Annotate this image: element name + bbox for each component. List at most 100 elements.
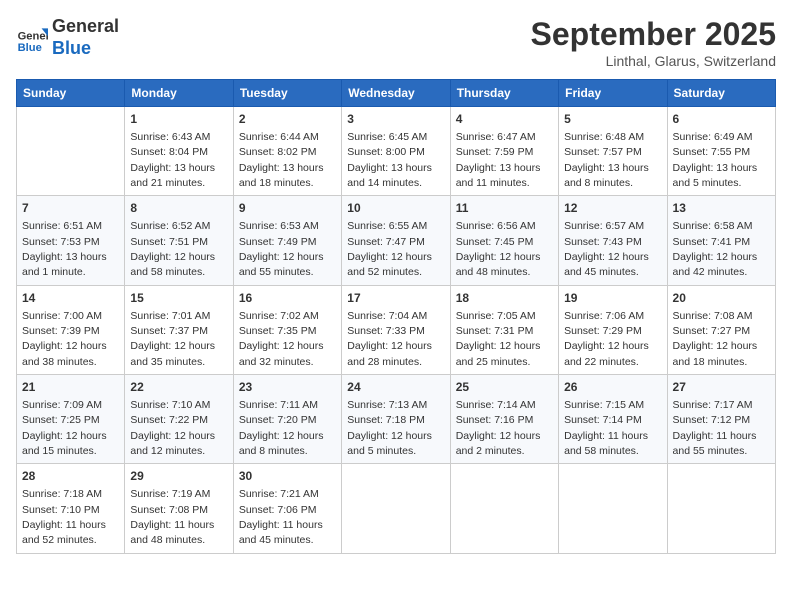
calendar-week-4: 21Sunrise: 7:09 AM Sunset: 7:25 PM Dayli… <box>17 375 776 464</box>
day-info: Sunrise: 7:11 AM Sunset: 7:20 PM Dayligh… <box>239 399 324 457</box>
logo: General Blue General Blue <box>16 16 119 59</box>
calendar-cell: 23 Sunrise: 7:11 AM Sunset: 7:20 PM Dayli… <box>233 375 341 464</box>
logo-line1: General <box>52 16 119 38</box>
calendar-cell: 24 Sunrise: 7:13 AM Sunset: 7:18 PM Dayli… <box>342 375 450 464</box>
calendar-cell <box>342 464 450 553</box>
calendar-cell: 11Sunrise: 6:56 AM Sunset: 7:45 PM Dayli… <box>450 196 558 285</box>
day-info: Sunrise: 7:09 AM Sunset: 7:25 PM Dayligh… <box>22 399 107 457</box>
weekday-header-wednesday: Wednesday <box>342 80 450 107</box>
weekday-header-row: SundayMondayTuesdayWednesdayThursdayFrid… <box>17 80 776 107</box>
calendar-cell: 22 Sunrise: 7:10 AM Sunset: 7:22 PM Dayli… <box>125 375 233 464</box>
calendar-cell: 20Sunrise: 7:08 AM Sunset: 7:27 PM Dayli… <box>667 285 775 374</box>
day-number: 12 <box>564 200 661 217</box>
day-info: Sunrise: 6:52 AM Sunset: 7:51 PM Dayligh… <box>130 220 215 278</box>
calendar-cell: 9Sunrise: 6:53 AM Sunset: 7:49 PM Daylig… <box>233 196 341 285</box>
day-info: Sunrise: 7:06 AM Sunset: 7:29 PM Dayligh… <box>564 310 649 368</box>
day-info: Sunrise: 6:49 AM Sunset: 7:55 PM Dayligh… <box>673 131 758 189</box>
calendar-cell: 14 Sunrise: 7:00 AM Sunset: 7:39 PM Dayli… <box>17 285 125 374</box>
day-info: Sunrise: 7:05 AM Sunset: 7:31 PM Dayligh… <box>456 310 541 368</box>
day-number: 7 <box>22 200 119 217</box>
calendar-cell: 27 Sunrise: 7:17 AM Sunset: 7:12 PM Dayli… <box>667 375 775 464</box>
day-number: 3 <box>347 111 444 128</box>
svg-text:Blue: Blue <box>18 41 42 53</box>
day-number: 28 <box>22 468 119 485</box>
day-info: Sunrise: 7:10 AM Sunset: 7:22 PM Dayligh… <box>130 399 215 457</box>
day-info: Sunrise: 7:01 AM Sunset: 7:37 PM Dayligh… <box>130 310 215 368</box>
calendar-cell: 13 Sunrise: 6:58 AM Sunset: 7:41 PM Dayli… <box>667 196 775 285</box>
day-info: Sunrise: 6:57 AM Sunset: 7:43 PM Dayligh… <box>564 220 649 278</box>
day-number: 29 <box>130 468 227 485</box>
weekday-header-sunday: Sunday <box>17 80 125 107</box>
day-info: Sunrise: 7:21 AM Sunset: 7:06 PM Dayligh… <box>239 488 323 546</box>
calendar-cell: 26 Sunrise: 7:15 AM Sunset: 7:14 PM Dayli… <box>559 375 667 464</box>
calendar-cell: 29 Sunrise: 7:19 AM Sunset: 7:08 PM Dayli… <box>125 464 233 553</box>
day-info: Sunrise: 6:58 AM Sunset: 7:41 PM Dayligh… <box>673 220 758 278</box>
calendar-cell <box>559 464 667 553</box>
calendar-cell: 3 Sunrise: 6:45 AM Sunset: 8:00 PM Daylig… <box>342 107 450 196</box>
weekday-header-saturday: Saturday <box>667 80 775 107</box>
weekday-header-tuesday: Tuesday <box>233 80 341 107</box>
calendar-cell: 7 Sunrise: 6:51 AM Sunset: 7:53 PM Daylig… <box>17 196 125 285</box>
calendar-cell: 16 Sunrise: 7:02 AM Sunset: 7:35 PM Dayli… <box>233 285 341 374</box>
day-number: 22 <box>130 379 227 396</box>
calendar-cell: 4 Sunrise: 6:47 AM Sunset: 7:59 PM Daylig… <box>450 107 558 196</box>
day-number: 6 <box>673 111 770 128</box>
day-info: Sunrise: 6:47 AM Sunset: 7:59 PM Dayligh… <box>456 131 541 189</box>
day-number: 13 <box>673 200 770 217</box>
weekday-header-monday: Monday <box>125 80 233 107</box>
day-info: Sunrise: 7:02 AM Sunset: 7:35 PM Dayligh… <box>239 310 324 368</box>
weekday-header-friday: Friday <box>559 80 667 107</box>
calendar-cell: 28 Sunrise: 7:18 AM Sunset: 7:10 PM Dayli… <box>17 464 125 553</box>
logo-icon: General Blue <box>16 22 48 54</box>
day-number: 30 <box>239 468 336 485</box>
day-info: Sunrise: 7:00 AM Sunset: 7:39 PM Dayligh… <box>22 310 107 368</box>
calendar-week-3: 14 Sunrise: 7:00 AM Sunset: 7:39 PM Dayli… <box>17 285 776 374</box>
day-number: 2 <box>239 111 336 128</box>
day-number: 17 <box>347 290 444 307</box>
day-info: Sunrise: 6:53 AM Sunset: 7:49 PM Dayligh… <box>239 220 324 278</box>
day-info: Sunrise: 7:15 AM Sunset: 7:14 PM Dayligh… <box>564 399 648 457</box>
calendar-cell: 19 Sunrise: 7:06 AM Sunset: 7:29 PM Dayli… <box>559 285 667 374</box>
calendar-cell: 8 Sunrise: 6:52 AM Sunset: 7:51 PM Daylig… <box>125 196 233 285</box>
calendar-cell: 6 Sunrise: 6:49 AM Sunset: 7:55 PM Daylig… <box>667 107 775 196</box>
calendar-cell: 17 Sunrise: 7:04 AM Sunset: 7:33 PM Dayli… <box>342 285 450 374</box>
day-info: Sunrise: 7:19 AM Sunset: 7:08 PM Dayligh… <box>130 488 214 546</box>
day-info: Sunrise: 7:04 AM Sunset: 7:33 PM Dayligh… <box>347 310 432 368</box>
calendar-cell <box>17 107 125 196</box>
calendar-cell: 25Sunrise: 7:14 AM Sunset: 7:16 PM Dayli… <box>450 375 558 464</box>
day-info: Sunrise: 7:17 AM Sunset: 7:12 PM Dayligh… <box>673 399 757 457</box>
logo-line2: Blue <box>52 38 119 60</box>
calendar-week-1: 1Sunrise: 6:43 AM Sunset: 8:04 PM Daylig… <box>17 107 776 196</box>
day-number: 10 <box>347 200 444 217</box>
svg-text:General: General <box>18 30 48 42</box>
day-number: 15 <box>130 290 227 307</box>
title-block: September 2025 Linthal, Glarus, Switzerl… <box>531 16 776 69</box>
day-info: Sunrise: 7:14 AM Sunset: 7:16 PM Dayligh… <box>456 399 541 457</box>
day-number: 14 <box>22 290 119 307</box>
day-info: Sunrise: 6:45 AM Sunset: 8:00 PM Dayligh… <box>347 131 432 189</box>
day-number: 26 <box>564 379 661 396</box>
day-info: Sunrise: 7:18 AM Sunset: 7:10 PM Dayligh… <box>22 488 106 546</box>
calendar-cell <box>450 464 558 553</box>
day-info: Sunrise: 6:43 AM Sunset: 8:04 PM Dayligh… <box>130 131 215 189</box>
calendar-cell: 15 Sunrise: 7:01 AM Sunset: 7:37 PM Dayli… <box>125 285 233 374</box>
day-info: Sunrise: 7:13 AM Sunset: 7:18 PM Dayligh… <box>347 399 432 457</box>
calendar-cell: 30 Sunrise: 7:21 AM Sunset: 7:06 PM Dayli… <box>233 464 341 553</box>
day-info: Sunrise: 6:55 AM Sunset: 7:47 PM Dayligh… <box>347 220 432 278</box>
calendar-cell <box>667 464 775 553</box>
day-info: Sunrise: 7:08 AM Sunset: 7:27 PM Dayligh… <box>673 310 758 368</box>
day-number: 4 <box>456 111 553 128</box>
day-number: 11 <box>456 200 553 217</box>
calendar-cell: 2Sunrise: 6:44 AM Sunset: 8:02 PM Daylig… <box>233 107 341 196</box>
page-header: General Blue General Blue September 2025… <box>16 16 776 69</box>
day-number: 16 <box>239 290 336 307</box>
day-number: 27 <box>673 379 770 396</box>
day-number: 24 <box>347 379 444 396</box>
day-number: 19 <box>564 290 661 307</box>
day-number: 5 <box>564 111 661 128</box>
day-number: 23 <box>239 379 336 396</box>
day-info: Sunrise: 6:51 AM Sunset: 7:53 PM Dayligh… <box>22 220 107 278</box>
calendar-table: SundayMondayTuesdayWednesdayThursdayFrid… <box>16 79 776 554</box>
month-title: September 2025 <box>531 16 776 53</box>
day-number: 8 <box>130 200 227 217</box>
